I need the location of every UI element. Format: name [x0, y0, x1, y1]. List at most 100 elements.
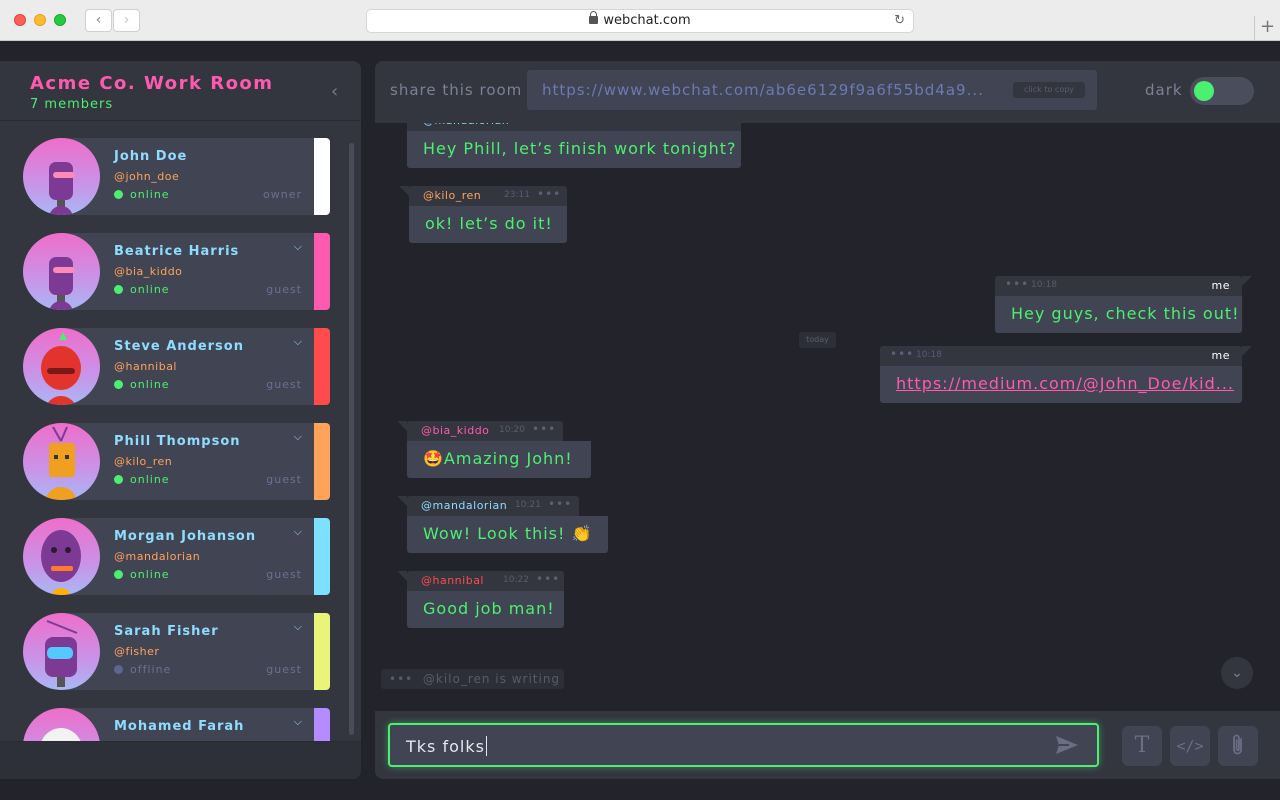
user-color-strip	[314, 708, 330, 741]
user-status-text: online	[130, 283, 170, 296]
message-author: @kilo_ren	[423, 189, 482, 202]
message-options-icon[interactable]: •••	[1005, 277, 1029, 291]
copy-link-button[interactable]: click to copy	[1013, 82, 1085, 98]
message-text: Hey guys, check this out!	[995, 296, 1242, 333]
sidebar-scrollbar[interactable]	[349, 143, 354, 735]
share-label: share this room	[390, 81, 523, 99]
message-options-icon[interactable]: •••	[890, 347, 914, 361]
chevron-down-icon[interactable]: ⌵	[294, 715, 302, 729]
message-options-icon[interactable]: •••	[537, 187, 561, 201]
reload-icon[interactable]: ↻	[894, 10, 905, 32]
new-tab-icon[interactable]: +	[1254, 16, 1280, 40]
user-role: guest	[266, 473, 302, 486]
chevron-down-icon[interactable]: ⌵	[294, 525, 302, 539]
message-time: 10:18	[916, 350, 942, 360]
user-handle: @mandalorian	[114, 550, 201, 563]
message-author: @mandalorian	[423, 123, 509, 127]
collapse-sidebar-icon[interactable]: ‹	[331, 81, 338, 102]
message-meta: @hannibal 10:22 •••	[397, 571, 564, 591]
typing-dots-icon: •••	[389, 672, 414, 686]
user-handle: @john_doe	[114, 170, 180, 183]
dark-mode-toggle[interactable]	[1190, 77, 1254, 105]
date-divider: today	[799, 332, 836, 348]
send-icon[interactable]	[1055, 735, 1079, 755]
message-meta: @kilo_ren 23:11 •••	[399, 186, 567, 206]
avatar[interactable]	[23, 423, 100, 500]
message-meta: @mandalorian 10:21 •••	[397, 496, 579, 516]
avatar[interactable]	[23, 328, 100, 405]
user-status: online	[114, 473, 170, 486]
message-time: 23:11	[504, 190, 530, 200]
message-text: 🤩Amazing John!	[407, 441, 591, 478]
user-list: John Doe @john_doe online owner Beatrice Har…	[0, 121, 340, 741]
user-status-text: offline	[130, 663, 172, 676]
chat-app: Acme Co. Work Room 7 members ‹ John Doe @…	[0, 41, 1280, 800]
paperclip-icon	[1233, 734, 1242, 755]
avatar[interactable]	[23, 613, 100, 690]
user-card[interactable]: Mohamed Farah ⌵	[23, 708, 332, 741]
text-format-button[interactable]: T	[1122, 726, 1162, 766]
attach-file-button[interactable]	[1218, 726, 1258, 766]
message-incoming: @kilo_ren 23:11 ••• ok! let’s do it!	[399, 186, 567, 243]
user-card[interactable]: John Doe @john_doe online owner	[23, 138, 332, 215]
chevron-down-icon[interactable]: ⌵	[294, 430, 302, 444]
message-meta: ••• 10:18 me	[995, 276, 1252, 296]
user-role: guest	[266, 663, 302, 676]
message-list: today @mandalorian 10:21 ••• Hey Phill, let…	[375, 123, 1280, 693]
user-name: Mohamed Farah	[114, 719, 245, 734]
user-status-text: online	[130, 473, 170, 486]
back-icon[interactable]: ‹	[85, 9, 112, 32]
chevron-down-icon[interactable]: ⌵	[294, 240, 302, 254]
message-incoming: @bia_kiddo 10:20 ••• 🤩Amazing John!	[397, 421, 591, 478]
chat-topbar: share this room https://www.webchat.com/…	[375, 61, 1280, 123]
message-incoming: @mandalorian 10:21 ••• Hey Phill, let’s fin…	[407, 123, 741, 168]
user-status: offline	[114, 663, 171, 676]
message-outgoing: ••• 10:18 me https://medium.com/@John_Doe/k…	[880, 346, 1252, 403]
avatar[interactable]	[23, 138, 100, 215]
chevron-down-icon[interactable]: ⌵	[294, 335, 302, 349]
user-card[interactable]: Steve Anderson @hannibal online guest ⌵	[23, 328, 332, 405]
share-link-box[interactable]: https://www.webchat.com/ab6e6129f9a6f55b…	[527, 70, 1097, 110]
forward-icon[interactable]: ›	[113, 9, 140, 32]
user-card[interactable]: Morgan Johanson @mandalorian online guest ⌵	[23, 518, 332, 595]
message-options-icon[interactable]: •••	[715, 123, 739, 126]
user-card-body	[63, 138, 316, 215]
user-status: online	[114, 188, 170, 201]
status-dot-icon	[114, 665, 123, 674]
chevron-down-icon[interactable]: ⌵	[294, 620, 302, 634]
user-card[interactable]: Sarah Fisher @fisher offline guest ⌵	[23, 613, 332, 690]
maximize-window-button[interactable]	[54, 14, 66, 26]
user-role: guest	[266, 378, 302, 391]
avatar[interactable]	[23, 233, 100, 310]
code-snippet-button[interactable]: </>	[1170, 726, 1210, 766]
user-color-strip	[314, 423, 330, 500]
message-link[interactable]: https://medium.com/@John_Doe/kid...	[880, 366, 1242, 403]
user-handle: @fisher	[114, 645, 160, 658]
scroll-down-button[interactable]: ⌄	[1221, 657, 1253, 689]
user-status-text: online	[130, 378, 170, 391]
user-role: guest	[266, 568, 302, 581]
user-name: John Doe	[114, 149, 188, 164]
status-dot-icon	[114, 190, 123, 199]
browser-toolbar: ‹ › webchat.com ↻ +	[0, 0, 1280, 41]
user-card[interactable]: Phill Thompson @kilo_ren online guest ⌵	[23, 423, 332, 500]
message-options-icon[interactable]: •••	[548, 497, 572, 511]
message-options-icon[interactable]: •••	[536, 572, 560, 586]
typing-text: @kilo_ren is writing	[422, 672, 561, 686]
message-time: 10:22	[503, 575, 529, 585]
user-role: guest	[266, 283, 302, 296]
message-text: Hey Phill, let’s finish work tonight?	[407, 131, 741, 168]
message-options-icon[interactable]: •••	[532, 422, 556, 436]
status-dot-icon	[114, 570, 123, 579]
message-input[interactable]: Tks folks	[388, 723, 1099, 767]
avatar[interactable]	[23, 518, 100, 595]
dark-mode-label: dark	[1145, 81, 1183, 99]
user-card[interactable]: Beatrice Harris @bia_kiddo online guest ⌵	[23, 233, 332, 310]
user-status: online	[114, 378, 170, 391]
close-window-button[interactable]	[14, 14, 26, 26]
minimize-window-button[interactable]	[34, 14, 46, 26]
message-author: me	[1211, 349, 1230, 362]
share-url: https://www.webchat.com/ab6e6129f9a6f55b…	[542, 81, 984, 99]
message-meta: @mandalorian 10:21 •••	[407, 123, 741, 131]
address-bar[interactable]: webchat.com ↻	[366, 9, 914, 33]
